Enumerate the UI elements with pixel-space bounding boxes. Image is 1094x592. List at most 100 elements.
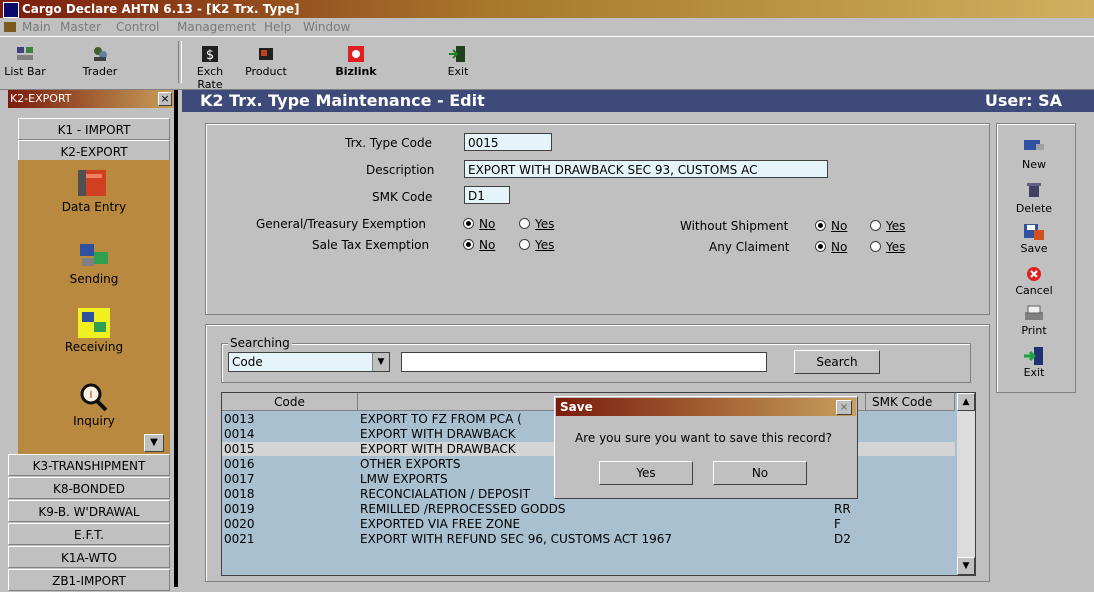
- cell-description: EXPORT TO FZ FROM PCA (: [360, 412, 522, 426]
- group-eft[interactable]: E.F.T.: [8, 523, 170, 545]
- cell-code: 0015: [224, 442, 255, 456]
- description-field[interactable]: EXPORT WITH DRAWBACK SEC 93, CUSTOMS AC: [464, 160, 828, 178]
- scroll-down-icon[interactable]: ▼: [144, 434, 164, 452]
- listbar-button[interactable]: List Bar: [4, 39, 46, 85]
- splitter[interactable]: [174, 90, 178, 587]
- trx-type-code-label: Trx. Type Code: [345, 136, 433, 150]
- search-input[interactable]: [401, 352, 767, 372]
- menu-help[interactable]: Help: [264, 18, 291, 36]
- close-icon[interactable]: ×: [836, 400, 852, 415]
- grid-scrollbar[interactable]: ▲ ▼: [957, 393, 975, 575]
- claim-yes-radio[interactable]: Yes: [870, 240, 905, 254]
- cell-code: 0018: [224, 487, 255, 501]
- data-entry-item[interactable]: Data Entry: [18, 166, 170, 214]
- save-button[interactable]: Save: [1004, 222, 1064, 255]
- bizlink-label: Bizlink: [335, 65, 377, 78]
- sale-yes-radio[interactable]: Yes: [519, 238, 554, 252]
- cancel-button[interactable]: Cancel: [1004, 264, 1064, 297]
- cell-description: OTHER EXPORTS: [360, 457, 461, 471]
- scroll-up-icon[interactable]: ▲: [957, 393, 975, 411]
- cell-code: 0014: [224, 427, 255, 441]
- table-row[interactable]: 0019 REMILLED /REPROCESSED GODDS RR: [222, 502, 955, 516]
- ship-no-radio[interactable]: No: [815, 219, 847, 233]
- product-label: Product: [245, 65, 287, 78]
- cell-description: EXPORTED VIA FREE ZONE: [360, 517, 521, 531]
- menu-main[interactable]: Main: [22, 18, 51, 36]
- sale-no-label: No: [479, 238, 496, 252]
- inquiry-item[interactable]: I Inquiry: [18, 380, 170, 428]
- close-icon[interactable]: ×: [158, 92, 172, 106]
- group-k9-bwdrawal[interactable]: K9-B. W'DRAWAL: [8, 500, 170, 522]
- menu-control[interactable]: Control: [116, 18, 159, 36]
- menu-master[interactable]: Master: [60, 18, 101, 36]
- dropdown-arrow-icon[interactable]: ▼: [372, 353, 389, 371]
- table-row[interactable]: 0021 EXPORT WITH REFUND SEC 96, CUSTOMS A…: [222, 532, 955, 546]
- exit-icon: [448, 45, 468, 63]
- receiving-item[interactable]: Receiving: [18, 306, 170, 354]
- list-bar: K2-EXPORT × K1 - IMPORT K2-EXPORT Data E…: [0, 90, 178, 591]
- column-header-code[interactable]: Code: [222, 393, 358, 411]
- cell-code: 0016: [224, 457, 255, 471]
- trader-label: Trader: [82, 65, 118, 78]
- window-title-bar[interactable]: Cargo Declare AHTN 6.13 - [K2 Trx. Type]: [0, 0, 1094, 18]
- radio-checked-icon: [463, 239, 474, 250]
- exch-rate-label: Exch Rate: [196, 65, 224, 91]
- radio-icon: [870, 220, 881, 231]
- bizlink-icon: [346, 45, 366, 63]
- gen-no-radio[interactable]: No: [463, 217, 495, 231]
- claim-no-radio[interactable]: No: [815, 240, 847, 254]
- cancel-icon: [1022, 264, 1046, 284]
- exit-side-button[interactable]: Exit: [1004, 346, 1064, 379]
- yes-button[interactable]: Yes: [599, 461, 693, 485]
- column-header-smk-code[interactable]: SMK Code: [866, 393, 955, 411]
- search-button[interactable]: Search: [794, 350, 880, 374]
- print-button[interactable]: Print: [1004, 304, 1064, 337]
- listbar-body: Data Entry Sending Receiving I Inquiry ▼: [18, 160, 170, 458]
- group-k1-import[interactable]: K1 - IMPORT: [18, 118, 170, 140]
- cell-smk-code: D2: [834, 532, 851, 546]
- inquiry-label: Inquiry: [73, 414, 115, 428]
- menu-management[interactable]: Management: [177, 18, 256, 36]
- bizlink-button[interactable]: Bizlink: [334, 39, 378, 85]
- group-zb1-import[interactable]: ZB1-IMPORT: [8, 569, 170, 591]
- smk-code-field[interactable]: D1: [464, 186, 510, 204]
- table-row[interactable]: 0020 EXPORTED VIA FREE ZONE F: [222, 517, 955, 531]
- user-label: User: SA: [984, 91, 1062, 110]
- group-k8-bonded[interactable]: K8-BONDED: [8, 477, 170, 499]
- receiving-label: Receiving: [64, 340, 124, 354]
- smk-code-label: SMK Code: [372, 190, 433, 204]
- group-k1a-wto[interactable]: K1A-WTO: [8, 546, 170, 568]
- exit-button[interactable]: Exit: [438, 39, 478, 85]
- exch-rate-button[interactable]: $ Exch Rate: [184, 39, 236, 91]
- group-k3-transhipment[interactable]: K3-TRANSHIPMENT: [8, 454, 170, 476]
- product-button[interactable]: Product: [242, 39, 290, 85]
- listbar-header-label: K2-EXPORT: [10, 92, 72, 105]
- dialog-title-bar[interactable]: Save ×: [556, 398, 856, 416]
- sale-yes-label: Yes: [535, 238, 555, 252]
- trader-button[interactable]: Trader: [76, 39, 124, 85]
- svg-text:$: $: [206, 48, 214, 63]
- gen-no-label: No: [479, 217, 496, 231]
- ship-yes-radio[interactable]: Yes: [870, 219, 905, 233]
- sale-no-radio[interactable]: No: [463, 238, 495, 252]
- no-button[interactable]: No: [713, 461, 807, 485]
- delete-button[interactable]: Delete: [1004, 182, 1064, 215]
- sending-item[interactable]: Sending: [18, 238, 170, 286]
- menu-window[interactable]: Window: [303, 18, 350, 36]
- magnifier-icon: I: [76, 380, 112, 414]
- new-button[interactable]: New: [1004, 138, 1064, 171]
- mdi-icon[interactable]: [4, 22, 16, 32]
- toolbar-separator: [178, 41, 182, 83]
- exit-door-icon: [1022, 346, 1046, 366]
- svg-text:I: I: [90, 390, 93, 401]
- group-k2-export[interactable]: K2-EXPORT: [18, 140, 170, 162]
- trx-type-code-field[interactable]: 0015: [464, 133, 552, 151]
- cell-code: 0020: [224, 517, 255, 531]
- gen-yes-radio[interactable]: Yes: [519, 217, 554, 231]
- save-icon: [1022, 222, 1046, 242]
- searching-legend: Searching: [228, 336, 292, 350]
- scroll-down-icon[interactable]: ▼: [957, 557, 975, 575]
- search-field-select[interactable]: Code ▼: [228, 352, 390, 372]
- radio-checked-icon: [463, 218, 474, 229]
- cell-code: 0021: [224, 532, 255, 546]
